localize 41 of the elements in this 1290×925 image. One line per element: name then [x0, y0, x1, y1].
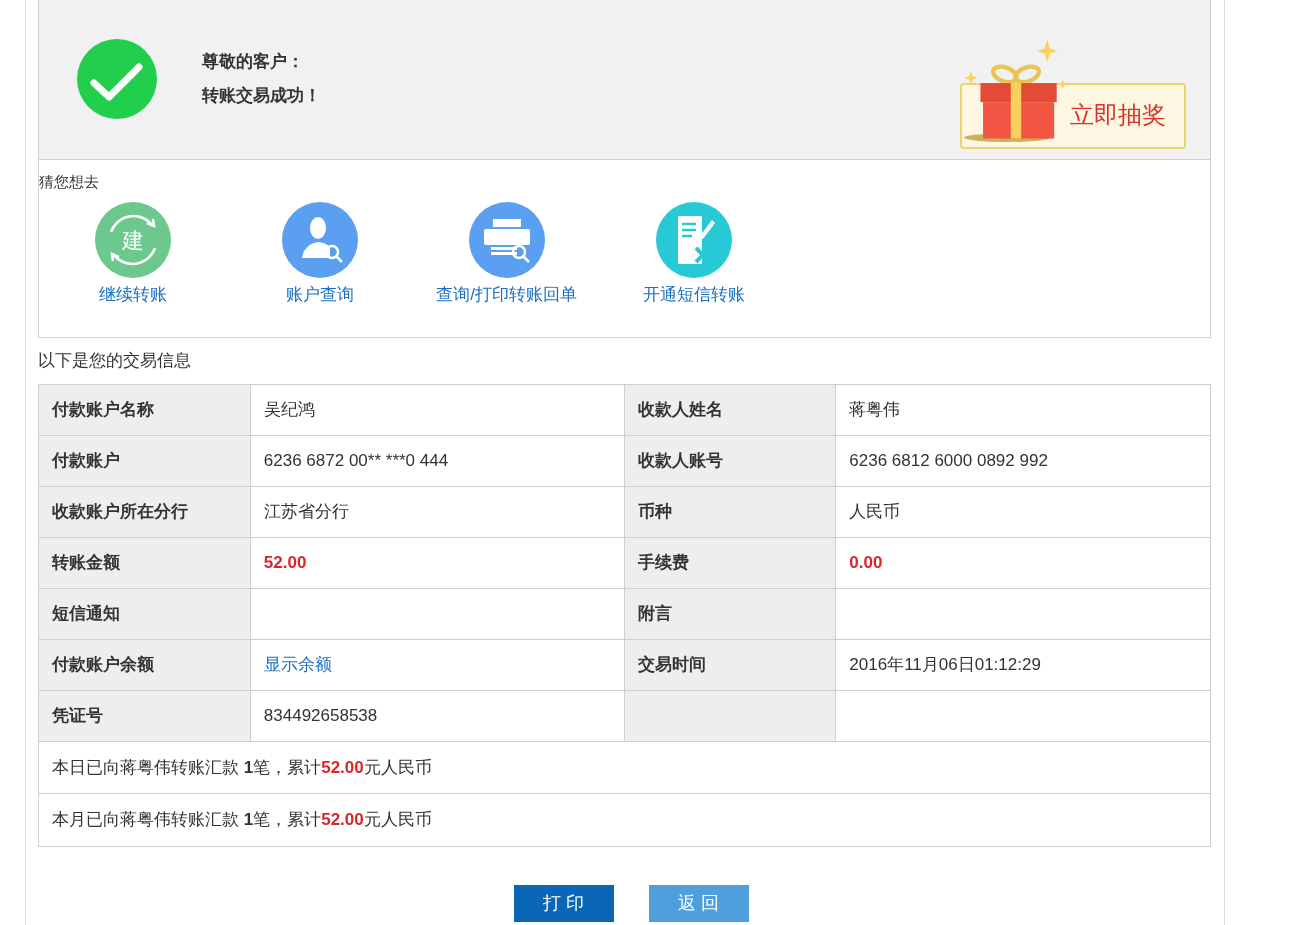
label-cell: 凭证号 — [39, 691, 251, 741]
value-cell-text: 6236 6812 6000 0892 992 — [848, 450, 1049, 473]
label-cell: 交易时间 — [624, 640, 837, 690]
greeting-text: 尊敬的客户： — [202, 51, 305, 73]
section-title: 以下是您的交易信息 — [38, 350, 191, 373]
quick-link[interactable]: 账户查询 — [226, 202, 413, 308]
success-message: 转账交易成功！ — [202, 84, 321, 107]
value-cell-text: 人民币 — [848, 501, 902, 524]
value-cell-text: 2016年11月06日01:12:29 — [848, 654, 1042, 677]
quick-link[interactable]: 建 继续转账 — [39, 202, 226, 308]
value-cell-text: 蒋粤伟 — [848, 399, 902, 422]
show-balance-link[interactable]: 显示余额 — [263, 652, 332, 678]
value-cell: 52.00 — [250, 538, 625, 588]
label-cell: 收款账户所在分行 — [39, 487, 251, 537]
label-cell: 付款账户 — [39, 436, 251, 486]
value-cell-text: 0.00 — [848, 552, 884, 575]
label-cell: 币种 — [624, 487, 837, 537]
refresh-icon: 建 — [94, 202, 171, 278]
quick-link[interactable]: 开通短信转账 — [600, 202, 787, 308]
value-cell: 834492658538 — [250, 691, 625, 741]
label-cell: 收款人账号 — [624, 436, 837, 486]
summary-text: 本月已向蒋粤伟转账汇款 1笔，累计52.00元人民币 — [52, 809, 432, 832]
label-cell: 手续费 — [624, 538, 837, 588]
value-cell: 6236 6872 00** ***0 444 — [250, 436, 625, 486]
success-check-icon — [77, 38, 157, 119]
label-cell: 收款人姓名 — [624, 385, 837, 435]
quick-link[interactable]: 查询/打印转账回单 — [413, 202, 600, 308]
value-cell: 吴纪鸿 — [250, 385, 625, 435]
label-cell: 转账金额 — [39, 538, 251, 588]
back-button[interactable]: 返 回 — [648, 885, 749, 922]
value-cell: 江苏省分行 — [250, 487, 625, 537]
label-cell: 附言 — [624, 589, 837, 639]
document-edit-icon — [655, 202, 732, 278]
summary-text: 本日已向蒋粤伟转账汇款 1笔，累计52.00元人民币 — [52, 756, 432, 779]
printer-icon — [468, 202, 545, 278]
label-cell: 付款账户名称 — [39, 385, 251, 435]
user-search-icon — [281, 202, 358, 278]
print-button[interactable]: 打 印 — [513, 885, 614, 922]
label-cell: 短信通知 — [39, 589, 251, 639]
label-cell: 付款账户余额 — [39, 640, 251, 690]
section-title: 猜您想去 — [39, 173, 99, 190]
